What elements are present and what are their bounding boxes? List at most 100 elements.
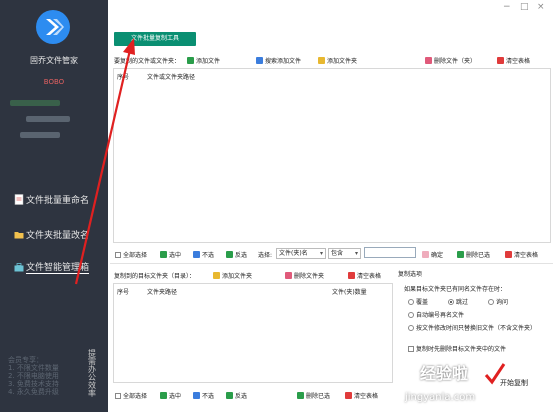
- folder-icon: [14, 229, 24, 240]
- member-promo: 会员专享： 1. 不限文件数量 2. 不限电脑使用 3. 免费技术支持 4. 永…: [8, 356, 59, 396]
- radio-ask[interactable]: 询问: [488, 297, 508, 306]
- radio-label: 按文件修改时间只替换旧文件（不含文件夹）: [416, 325, 537, 332]
- target-select-all-checkbox[interactable]: 全部选择: [115, 391, 147, 400]
- delete-before-copy-checkbox[interactable]: 复制时先删除目标文件夹中的文件: [408, 344, 506, 353]
- select-icon: [160, 251, 167, 258]
- table-header: 序号 文件或文件夹路径: [114, 69, 550, 82]
- source-file-table[interactable]: 序号 文件或文件夹路径: [113, 68, 551, 243]
- blurred-info: [10, 100, 60, 106]
- select-icon: [160, 392, 167, 399]
- target-folder-table[interactable]: 序号 文件夹路径 文件(夹)数量: [113, 283, 393, 383]
- radio-label: 询问: [496, 299, 509, 306]
- select-button[interactable]: 选中: [160, 250, 181, 259]
- select-value: 包含: [331, 250, 344, 257]
- promo-side-text: 提需办公效率: [88, 349, 96, 398]
- target-delete-selected-button[interactable]: 删除已选: [297, 391, 330, 400]
- promo-line: 2. 不限电脑使用: [8, 372, 59, 380]
- button-label: 确定: [431, 252, 444, 259]
- checkbox-box: [408, 345, 414, 352]
- button-label: 反选: [235, 252, 248, 259]
- watermark-url: jingyanla.com: [405, 392, 476, 403]
- add-target-folder-button[interactable]: 添加文件夹: [213, 271, 252, 280]
- delete-selected-button[interactable]: 删除已选: [457, 250, 490, 259]
- button-label: 清空表格: [354, 393, 379, 400]
- target-clear-table-button[interactable]: 清空表格: [345, 391, 378, 400]
- watermark-text: 经验啦: [420, 364, 469, 383]
- radio-label: 自动编号再名文件: [416, 312, 465, 319]
- deselect-button[interactable]: 不选: [193, 250, 214, 259]
- invert-icon: [226, 392, 233, 399]
- radio-circle: [408, 311, 414, 318]
- minimize-button[interactable]: −: [503, 2, 511, 12]
- radio-label: 跳过: [456, 299, 469, 306]
- chevron-down-icon: ▾: [354, 250, 358, 257]
- copy-options-title: 复制选项: [398, 271, 423, 278]
- copy-options-panel: 复制选项 如果目标文件夹已有同名文件存在时： 覆盖 跳过 询问 自动编号再名文件…: [398, 270, 551, 362]
- promo-line: 1. 不限文件数量: [8, 364, 59, 372]
- delete-icon: [285, 272, 292, 279]
- button-label: 删除文件夹: [294, 273, 325, 280]
- promo-line: 4. 永久免费升级: [8, 388, 59, 396]
- column-header-count: 文件(夹)数量: [332, 289, 367, 296]
- promo-line: 3. 免费技术支持: [8, 380, 59, 388]
- filter-op-select[interactable]: 包含 ▾: [328, 248, 361, 259]
- filter-text-input[interactable]: [364, 247, 416, 258]
- add-file-button[interactable]: 添加文件: [187, 56, 220, 65]
- add-folder-button[interactable]: 添加文件夹: [318, 56, 357, 65]
- filter-label: 选择:: [258, 252, 273, 259]
- button-label: 添加文件夹: [327, 58, 358, 65]
- confirm-button[interactable]: 确定: [422, 250, 443, 259]
- radio-skip[interactable]: 跳过: [448, 297, 468, 306]
- clear-table-button[interactable]: 清空表格: [497, 56, 530, 65]
- target-deselect-button[interactable]: 不选: [193, 391, 214, 400]
- radio-replace-older[interactable]: 按文件修改时间只替换旧文件（不含文件夹）: [408, 323, 536, 332]
- clear-table-icon: [497, 57, 504, 64]
- filter-field-select[interactable]: 文件(夹)名 ▾: [276, 248, 326, 259]
- button-label: 不选: [202, 252, 215, 259]
- target-select-button[interactable]: 选中: [160, 391, 181, 400]
- column-header-folder-path: 文件夹路径: [147, 289, 178, 296]
- promo-line: 会员专享：: [8, 356, 43, 364]
- delete-file-button[interactable]: 删除文件（夹）: [425, 56, 476, 65]
- toolbox-icon: [14, 262, 24, 273]
- radio-auto-number[interactable]: 自动编号再名文件: [408, 310, 464, 319]
- button-label: 反选: [235, 393, 248, 400]
- button-label: 添加文件夹: [222, 273, 253, 280]
- invert-icon: [226, 251, 233, 258]
- search-add-file-button[interactable]: 搜索添加文件: [256, 56, 301, 65]
- button-label: 搜索添加文件: [265, 58, 302, 65]
- radio-circle: [488, 298, 494, 305]
- deselect-icon: [193, 392, 200, 399]
- clear-target-table-button[interactable]: 清空表格: [348, 271, 381, 280]
- blurred-info: [20, 132, 60, 138]
- select-value: 文件(夹)名: [279, 250, 308, 257]
- button-label: 清空表格: [514, 252, 539, 259]
- confirm-icon: [422, 251, 429, 258]
- column-header-path: 文件或文件夹路径: [147, 74, 196, 81]
- add-file-icon: [187, 57, 194, 64]
- button-label: 删除已选: [306, 393, 331, 400]
- close-button[interactable]: ×: [537, 2, 545, 12]
- maximize-button[interactable]: □: [520, 2, 529, 12]
- clear-table-icon: [348, 272, 355, 279]
- checkbox-label: 全部选择: [123, 393, 148, 400]
- button-label: 添加文件: [196, 58, 221, 65]
- clear-table-icon: [505, 251, 512, 258]
- deselect-icon: [193, 251, 200, 258]
- search-add-icon: [256, 57, 263, 64]
- checkbox-box: [115, 392, 121, 399]
- invert-button[interactable]: 反选: [226, 250, 247, 259]
- section-divider: [110, 263, 553, 264]
- button-label: 清空表格: [506, 58, 531, 65]
- radio-label: 覆盖: [416, 299, 429, 306]
- button-label: 不选: [202, 393, 215, 400]
- target-invert-button[interactable]: 反选: [226, 391, 247, 400]
- document-icon: [14, 193, 24, 205]
- radio-overwrite[interactable]: 覆盖: [408, 297, 428, 306]
- copy-options-question: 如果目标文件夹已有同名文件存在时：: [404, 286, 507, 293]
- button-label: 删除已选: [466, 252, 491, 259]
- table-header: 序号 文件夹路径 文件(夹)数量: [114, 284, 392, 297]
- radio-circle: [408, 324, 414, 331]
- delete-target-folder-button[interactable]: 删除文件夹: [285, 271, 324, 280]
- clear-table-button-2[interactable]: 清空表格: [505, 250, 538, 259]
